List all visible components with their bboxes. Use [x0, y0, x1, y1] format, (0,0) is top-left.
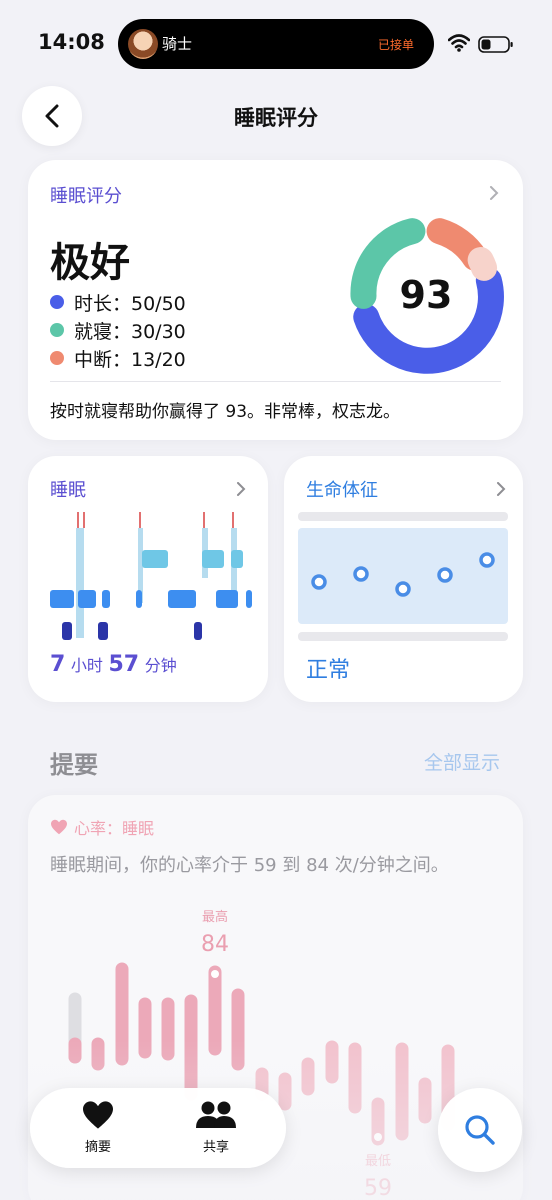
vitals-status: 正常 [306, 658, 351, 683]
vitals-point [395, 581, 411, 597]
sleep-hours-unit: 小时 [70, 656, 103, 675]
max-value: 84 [201, 932, 229, 957]
chevron-right-icon [237, 482, 246, 496]
heart-rate-label-text: 心率：睡眠 [74, 819, 155, 838]
sleep-minutes: 57 [108, 652, 140, 677]
status-time: 14:08 [38, 30, 105, 54]
donut-lost-arc [467, 247, 498, 281]
vitals-point [353, 566, 369, 582]
chevron-right-icon [497, 482, 506, 496]
legend-dot-duration [50, 295, 64, 309]
legend-dot-bedtime [50, 323, 64, 337]
tab-share[interactable]: 共享 [166, 1100, 266, 1155]
max-label: 最高 [202, 909, 228, 925]
rider-avatar-icon [128, 29, 158, 59]
search-icon [465, 1115, 495, 1145]
legend-duration: 时长：50/50 [50, 288, 186, 316]
wifi-icon [448, 34, 470, 52]
legend-duration-label: 时长：50/50 [74, 292, 186, 315]
vitals-point [311, 574, 327, 590]
sleep-score-card[interactable]: 睡眠评分 极好 时长：50/50 就寝：30/30 中断：13/20 93 按时… [28, 160, 523, 440]
tab-share-label: 共享 [202, 1140, 229, 1155]
heart-rate-label: 心率：睡眠 [50, 815, 154, 839]
sleep-card[interactable]: 睡眠 7 小时 57 分钟 [28, 456, 268, 702]
score-legend: 时长：50/50 就寝：30/30 中断：13/20 [50, 288, 186, 372]
tab-summary[interactable]: 摘要 [48, 1100, 148, 1155]
island-status: 已接单 [377, 38, 414, 52]
score-card-title: 睡眠评分 [50, 186, 122, 207]
legend-bedtime-label: 就寝：30/30 [74, 320, 186, 343]
sleep-card-title: 睡眠 [50, 480, 86, 501]
score-donut-chart: 93 [350, 218, 504, 374]
tab-bar: 摘要 共享 [30, 1088, 286, 1168]
vitals-card[interactable]: 生命体征 正常 [284, 456, 523, 702]
island-title: 骑士 [162, 35, 193, 53]
battery-icon [478, 36, 513, 53]
sleep-duration: 7 小时 57 分钟 [50, 652, 177, 677]
score-note: 按时就寝帮助你赢得了 93。非常棒，权志龙。 [50, 402, 401, 422]
people-icon [196, 1101, 236, 1128]
tab-summary-label: 摘要 [84, 1140, 111, 1155]
search-button[interactable] [438, 1088, 522, 1172]
sleep-hours: 7 [50, 652, 66, 677]
divider [50, 381, 501, 382]
heart-icon [83, 1101, 113, 1129]
chevron-right-icon [490, 186, 499, 200]
sleep-minutes-unit: 分钟 [144, 656, 177, 675]
vitals-point [479, 552, 495, 568]
legend-interruption-label: 中断：13/20 [74, 348, 186, 371]
vitals-chart [298, 512, 508, 641]
score-verdict: 极好 [50, 240, 130, 286]
sleep-stages-chart [50, 512, 252, 640]
legend-bedtime: 就寝：30/30 [50, 316, 186, 344]
heart-rate-summary: 睡眠期间，你的心率介于 59 到 84 次/分钟之间。 [50, 855, 449, 876]
max-marker [211, 970, 219, 978]
legend-interruption: 中断：13/20 [50, 344, 186, 372]
legend-dot-interruption [50, 351, 64, 365]
score-value: 93 [400, 273, 453, 317]
vitals-card-title: 生命体征 [306, 480, 378, 501]
heart-icon [51, 819, 67, 835]
page-title: 睡眠评分 [234, 106, 318, 130]
show-all-link[interactable]: 全部显示 [424, 748, 500, 775]
vitals-point [437, 567, 453, 583]
status-bar: 14:08 骑士 已接单 [0, 0, 552, 90]
summary-title: 提要 [50, 751, 98, 779]
dynamic-island[interactable]: 骑士 已接单 [118, 19, 434, 69]
